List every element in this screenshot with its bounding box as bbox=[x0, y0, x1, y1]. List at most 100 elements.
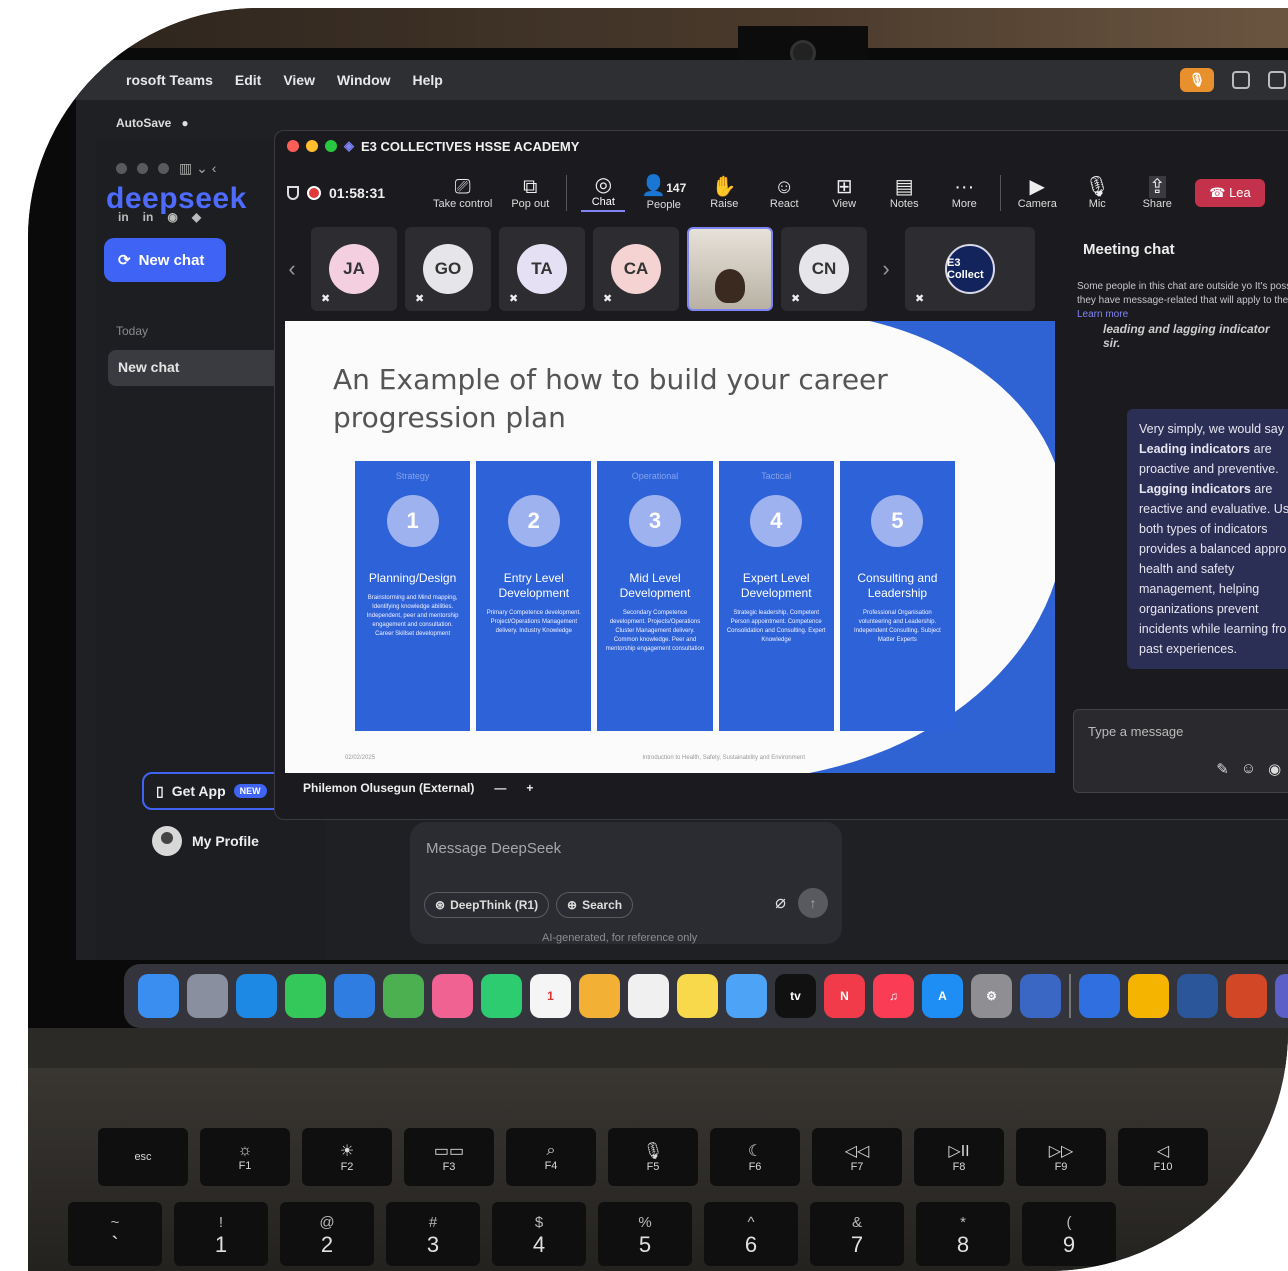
mic-button[interactable]: 🎙 Mic bbox=[1075, 176, 1119, 210]
minimize-window-icon[interactable] bbox=[306, 140, 318, 152]
app-store-icon[interactable]: A bbox=[922, 974, 963, 1018]
keychain-icon[interactable] bbox=[1078, 974, 1120, 1018]
key-esc[interactable]: esc bbox=[98, 1128, 188, 1186]
zoom-in-button[interactable]: + bbox=[526, 781, 533, 795]
chrome-icon[interactable] bbox=[1127, 974, 1169, 1018]
menu-edit[interactable]: Edit bbox=[235, 72, 261, 88]
key-f8[interactable]: ▷II F8 bbox=[914, 1128, 1004, 1186]
photos-icon[interactable] bbox=[432, 974, 473, 1018]
key-f10[interactable]: ◁ F10 bbox=[1118, 1128, 1208, 1186]
key-f6[interactable]: ☾ F6 bbox=[710, 1128, 800, 1186]
key-f7[interactable]: ◁◁ F7 bbox=[812, 1128, 902, 1186]
music-icon[interactable]: ♫ bbox=[873, 974, 914, 1018]
paperclip-icon[interactable]: ⌀ bbox=[775, 892, 786, 913]
key-f1[interactable]: ☼ F1 bbox=[200, 1128, 290, 1186]
more-button[interactable]: ··· More bbox=[942, 176, 986, 210]
finder-icon[interactable] bbox=[138, 974, 179, 1018]
search-toggle-button[interactable]: ⊕ Search bbox=[556, 892, 634, 918]
leave-button[interactable]: ☎ Lea bbox=[1195, 179, 1265, 207]
emoji-icon[interactable]: ☺ bbox=[1241, 760, 1256, 778]
menu-window[interactable]: Window bbox=[337, 72, 391, 88]
powerpoint-icon[interactable] bbox=[1225, 974, 1267, 1018]
calendar-icon[interactable]: 1 bbox=[530, 974, 571, 1018]
close-window-icon[interactable] bbox=[116, 163, 127, 174]
launchpad-icon[interactable] bbox=[187, 974, 228, 1018]
control-center-icon[interactable] bbox=[1268, 71, 1286, 89]
chevron-left-icon[interactable]: ‹ bbox=[281, 256, 303, 282]
participant-tile[interactable]: CN ✖ bbox=[781, 227, 867, 311]
react-button[interactable]: ☺ React bbox=[762, 176, 806, 210]
participant-video-tile[interactable] bbox=[687, 227, 773, 311]
notes-app-icon[interactable] bbox=[579, 974, 620, 1018]
participant-tile-organization[interactable]: E3 Collect ✖ bbox=[905, 227, 1035, 311]
autosave-label[interactable]: AutoSave bbox=[116, 116, 171, 130]
message-input[interactable]: Message DeepSeek bbox=[426, 840, 561, 857]
take-control-button[interactable]: ⎚ Take control bbox=[433, 176, 492, 210]
my-profile-button[interactable]: My Profile bbox=[152, 826, 259, 856]
window-icon[interactable] bbox=[1232, 71, 1250, 89]
raise-hand-button[interactable]: ✋ Raise bbox=[702, 176, 746, 210]
participant-tile[interactable]: TA ✖ bbox=[499, 227, 585, 311]
participant-tile[interactable]: JA ✖ bbox=[311, 227, 397, 311]
loop-icon[interactable]: ◉ bbox=[1268, 760, 1281, 778]
key-2[interactable]: @2 bbox=[280, 1202, 374, 1266]
word-icon[interactable] bbox=[1176, 974, 1218, 1018]
pop-out-button[interactable]: ⧉ Pop out bbox=[508, 176, 552, 210]
participant-tile[interactable]: CA ✖ bbox=[593, 227, 679, 311]
menu-view[interactable]: View bbox=[283, 72, 315, 88]
deepthink-button[interactable]: ⊛ DeepThink (R1) bbox=[424, 892, 550, 918]
key-f5[interactable]: 🎙 F5 bbox=[608, 1128, 698, 1186]
key-4[interactable]: $4 bbox=[492, 1202, 586, 1266]
key-f4[interactable]: ⌕ F4 bbox=[506, 1128, 596, 1186]
chat-compose-box[interactable]: Type a message ✎ ☺ ◉ + bbox=[1073, 709, 1288, 793]
freeform-icon[interactable] bbox=[726, 974, 767, 1018]
mic-in-use-icon[interactable]: 🎙 bbox=[1180, 68, 1214, 92]
chat-button[interactable]: ◎ Chat bbox=[581, 174, 626, 212]
reminders-icon[interactable] bbox=[628, 974, 669, 1018]
stickies-icon[interactable] bbox=[677, 974, 718, 1018]
key-7[interactable]: & 7 bbox=[810, 1202, 904, 1266]
minimize-window-icon[interactable] bbox=[137, 163, 148, 174]
messages-icon[interactable] bbox=[285, 974, 326, 1018]
tv-icon[interactable]: tv bbox=[775, 974, 816, 1018]
iphone-mirroring-icon[interactable] bbox=[1020, 974, 1061, 1018]
news-icon[interactable]: N bbox=[824, 974, 865, 1018]
view-button[interactable]: ⊞ View bbox=[822, 176, 866, 210]
settings-icon[interactable]: ⚙ bbox=[971, 974, 1012, 1018]
sidebar-toggle-icon[interactable]: ▥ ⌄ ‹ bbox=[179, 160, 216, 177]
key-0[interactable]: ~ ` bbox=[68, 1202, 162, 1266]
key-5[interactable]: % 5 bbox=[598, 1202, 692, 1266]
chevron-right-icon[interactable]: › bbox=[875, 256, 897, 282]
key-label: F8 bbox=[952, 1161, 966, 1173]
new-chat-button[interactable]: ⟳ New chat bbox=[104, 238, 226, 282]
notes-button[interactable]: ▤ Notes bbox=[882, 176, 926, 210]
key-6[interactable]: ^ 6 bbox=[704, 1202, 798, 1266]
format-icon[interactable]: ✎ bbox=[1216, 760, 1229, 778]
zoom-window-icon[interactable] bbox=[325, 140, 337, 152]
participant-tile[interactable]: GO ✖ bbox=[405, 227, 491, 311]
chat-message-input[interactable]: Type a message bbox=[1088, 724, 1183, 739]
close-window-icon[interactable] bbox=[287, 140, 299, 152]
key-f3[interactable]: ▭▭ F3 bbox=[404, 1128, 494, 1186]
maps-icon[interactable] bbox=[383, 974, 424, 1018]
safari-icon[interactable] bbox=[236, 974, 277, 1018]
mail-icon[interactable] bbox=[334, 974, 375, 1018]
zoom-out-button[interactable]: — bbox=[494, 781, 506, 795]
people-button[interactable]: 👤147 People bbox=[641, 175, 686, 211]
key-f9[interactable]: ▷▷ F9 bbox=[1016, 1128, 1106, 1186]
learn-more-link[interactable]: Learn more bbox=[1077, 309, 1128, 320]
menu-help[interactable]: Help bbox=[413, 72, 443, 88]
key-9[interactable]: (9 bbox=[1022, 1202, 1116, 1266]
autosave-toggle-icon[interactable]: ● bbox=[181, 116, 188, 130]
zoom-window-icon[interactable] bbox=[158, 163, 169, 174]
share-button[interactable]: ⇪ Share bbox=[1135, 176, 1179, 210]
menu-app-name[interactable]: rosoft Teams bbox=[126, 72, 213, 88]
key-8[interactable]: * 8 bbox=[916, 1202, 1010, 1266]
key-f2[interactable]: ☀ F2 bbox=[302, 1128, 392, 1186]
key-3[interactable]: #3 bbox=[386, 1202, 480, 1266]
key-1[interactable]: ! 1 bbox=[174, 1202, 268, 1266]
camera-button[interactable]: ▶ Camera bbox=[1015, 176, 1059, 210]
facetime-icon[interactable] bbox=[481, 974, 522, 1018]
send-button[interactable]: ↑ bbox=[798, 888, 828, 918]
teams-icon[interactable] bbox=[1274, 974, 1288, 1018]
